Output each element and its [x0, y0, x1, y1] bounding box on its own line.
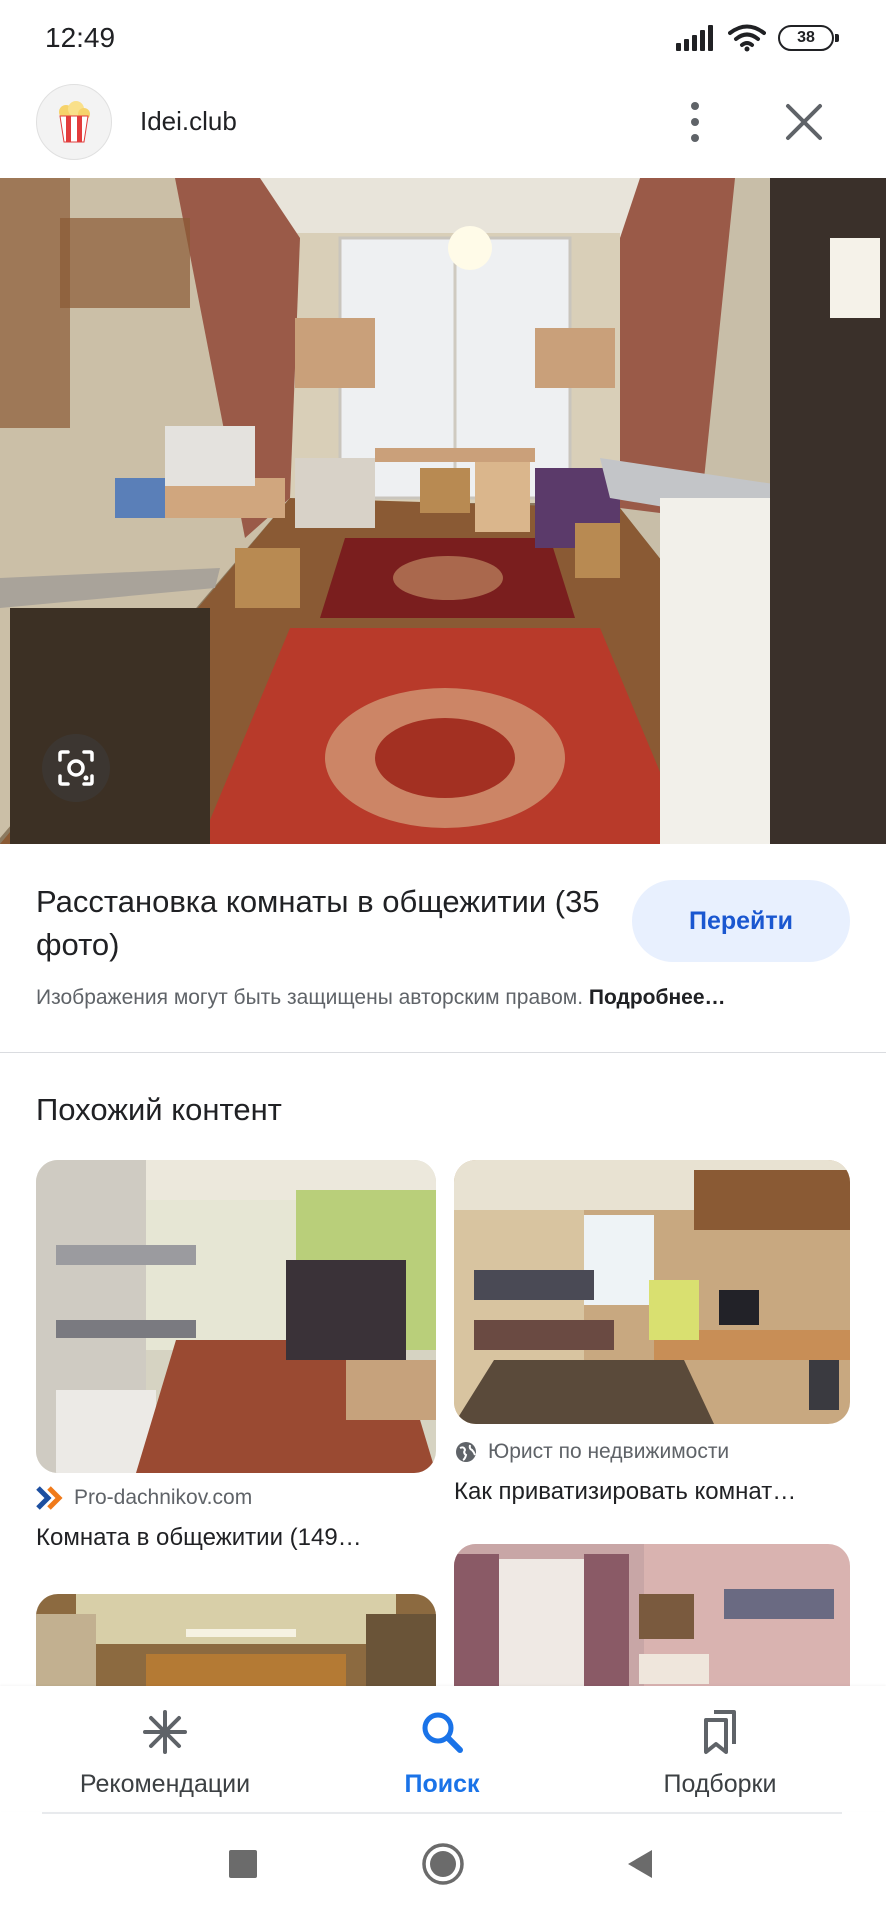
- status-bar: 12:49 38: [0, 0, 886, 76]
- related-card-caption[interactable]: Комната в общежитии (149…: [36, 1524, 362, 1552]
- related-card-image[interactable]: [36, 1160, 436, 1473]
- viewer-header: Idei.club: [0, 76, 886, 178]
- wifi-icon: [728, 24, 766, 52]
- status-time: 12:49: [45, 22, 116, 53]
- copyright-text: Изображения могут быть защищены авторски…: [36, 986, 589, 1009]
- source-name: Pro-dachnikov.com: [74, 1486, 253, 1509]
- status-icons: 38: [676, 24, 839, 52]
- related-card-image[interactable]: [454, 1160, 850, 1424]
- search-icon: [422, 1712, 463, 1753]
- recents-icon[interactable]: [229, 1850, 257, 1878]
- related-section-title: Похожий контент: [36, 1092, 282, 1127]
- main-image[interactable]: [0, 178, 886, 844]
- nav-recommendations[interactable]: Рекомендации: [45, 1708, 285, 1799]
- chevron-logo-icon: [36, 1486, 63, 1510]
- collections-icon: [704, 1710, 736, 1754]
- related-card-caption[interactable]: Как приватизировать комнат…: [454, 1478, 796, 1506]
- signal-icon: [676, 25, 713, 51]
- bottom-navigation: Рекомендации Поиск Подборки: [0, 1686, 886, 1811]
- nav-label: Рекомендации: [79, 1770, 251, 1798]
- sparkle-icon: [143, 1710, 187, 1754]
- more-options-button[interactable]: [670, 90, 720, 154]
- close-icon[interactable]: [776, 94, 832, 150]
- back-icon[interactable]: [624, 1848, 654, 1880]
- popcorn-icon: [59, 101, 90, 143]
- divider: [0, 1052, 886, 1053]
- dot: [691, 118, 699, 126]
- nav-collections[interactable]: Подборки: [600, 1708, 840, 1799]
- dot: [691, 102, 699, 110]
- home-icon[interactable]: [421, 1842, 465, 1886]
- system-navigation-bar: [0, 1814, 886, 1920]
- related-card-source[interactable]: Юрист по недвижимости: [454, 1440, 729, 1464]
- site-logo[interactable]: [36, 84, 112, 160]
- nav-label: Поиск: [404, 1770, 480, 1798]
- site-name[interactable]: Idei.club: [140, 106, 237, 137]
- lens-search-button[interactable]: [42, 734, 110, 802]
- copyright-notice: Изображения могут быть защищены авторски…: [36, 986, 726, 1010]
- lens-icon: [58, 750, 94, 786]
- source-name: Юрист по недвижимости: [488, 1440, 730, 1463]
- nav-label: Подборки: [663, 1770, 777, 1798]
- dot: [691, 134, 699, 142]
- dorm-room-thumbnail: [454, 1160, 850, 1424]
- related-card-source[interactable]: Pro-dachnikov.com: [36, 1486, 252, 1510]
- dorm-room-thumbnail: [36, 1160, 436, 1473]
- nav-search[interactable]: Поиск: [322, 1708, 562, 1799]
- dorm-room-photo: [0, 178, 886, 844]
- visit-button[interactable]: Перейти: [632, 880, 850, 962]
- image-title: Расстановка комнаты в общежитии (35 фото…: [36, 884, 600, 962]
- battery-indicator: 38: [778, 25, 839, 51]
- more-info-link[interactable]: Подробнее…: [589, 986, 726, 1009]
- globe-icon: [456, 1442, 476, 1462]
